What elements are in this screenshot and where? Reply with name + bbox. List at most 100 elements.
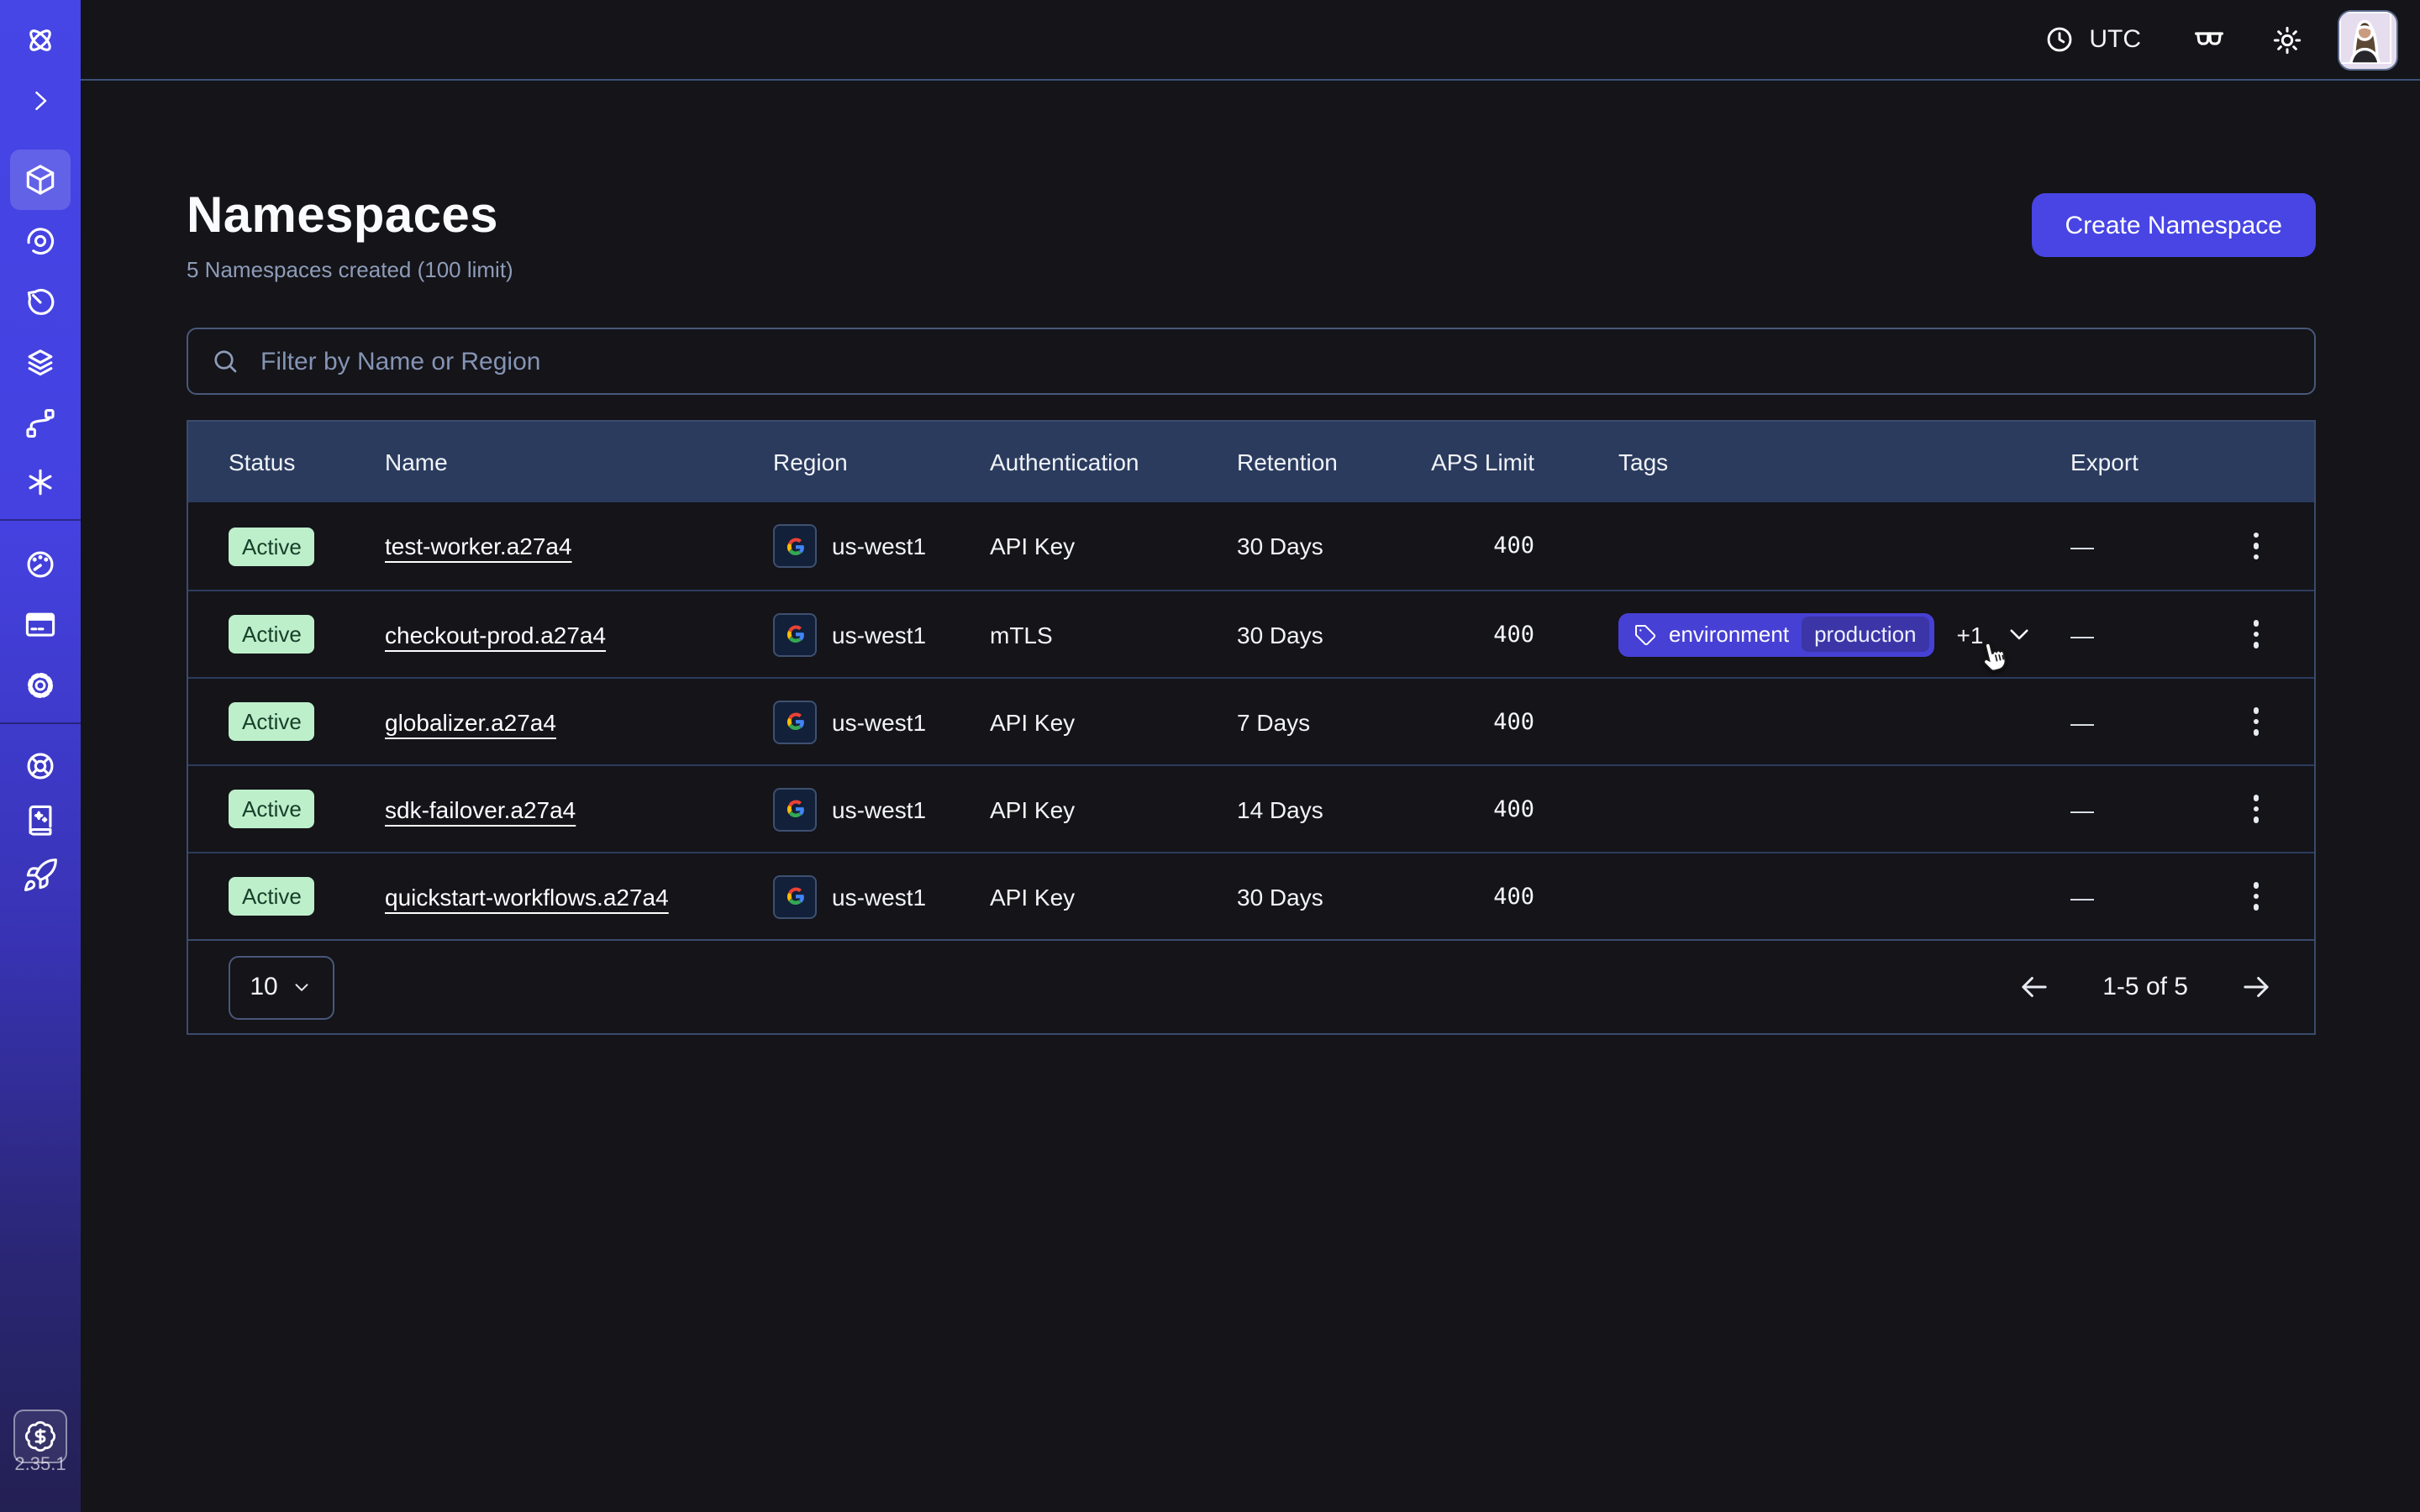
export-cell: — xyxy=(2070,883,2238,910)
sidebar-item-getting-started[interactable] xyxy=(10,845,71,906)
pagination: 1-5 of 5 xyxy=(2017,969,2274,1005)
table-footer: 10 1-5 of 5 xyxy=(188,939,2314,1033)
glasses-icon xyxy=(2191,22,2227,57)
expand-chevron-icon[interactable] xyxy=(10,71,71,131)
cursor-pointer xyxy=(1976,635,2015,674)
retention-cell: 14 Days xyxy=(1237,795,1418,822)
sidebar-item-support[interactable] xyxy=(10,736,71,796)
table-row: Active test-worker.a27a4 us-west1 API Ke… xyxy=(188,502,2314,590)
user-avatar[interactable] xyxy=(2338,9,2398,70)
deployments-branch-icon xyxy=(22,405,59,442)
filter-input[interactable] xyxy=(257,345,2292,377)
sidebar-item-layers[interactable] xyxy=(10,333,71,393)
retention-cell: 7 Days xyxy=(1237,708,1418,735)
create-namespace-button[interactable]: Create Namespace xyxy=(2032,193,2316,257)
aps-limit-cell: 400 xyxy=(1418,621,1534,648)
sidebar-divider xyxy=(0,722,81,724)
table-row: Active globalizer.a27a4 us-west1 API Key… xyxy=(188,677,2314,764)
table-body: Active test-worker.a27a4 us-west1 API Ke… xyxy=(188,502,2314,939)
name-cell: quickstart-workflows.a27a4 xyxy=(385,883,773,910)
avatar-photo xyxy=(2339,11,2391,63)
sidebar-item-namespaces[interactable] xyxy=(10,150,71,210)
row-actions-menu[interactable] xyxy=(2247,701,2266,743)
sidebar-item-usage[interactable] xyxy=(10,534,71,595)
gcp-logo-icon xyxy=(773,787,817,831)
sidebar-item-deployments[interactable] xyxy=(10,393,71,454)
namespace-link[interactable]: quickstart-workflows.a27a4 xyxy=(385,883,669,910)
export-cell: — xyxy=(2070,795,2238,822)
status-cell: Active xyxy=(229,790,385,828)
col-header-name: Name xyxy=(385,449,773,475)
status-cell: Active xyxy=(229,877,385,916)
table-header-row: Status Name Region Authentication Retent… xyxy=(188,422,2314,502)
namespaces-cube-icon xyxy=(22,161,59,198)
sidebar-item-schedules[interactable] xyxy=(10,272,71,333)
region-cell: us-west1 xyxy=(773,874,990,918)
temporal-logo-icon[interactable] xyxy=(10,10,71,71)
namespaces-table: Status Name Region Authentication Retent… xyxy=(187,420,2316,1035)
row-actions-menu[interactable] xyxy=(2247,789,2266,830)
row-actions-menu[interactable] xyxy=(2247,876,2266,917)
arrow-right-icon xyxy=(2238,969,2274,1005)
status-cell: Active xyxy=(229,527,385,565)
namespace-link[interactable]: checkout-prod.a27a4 xyxy=(385,621,606,648)
status-badge: Active xyxy=(229,790,315,828)
region-cell: us-west1 xyxy=(773,524,990,568)
sidebar-item-nexus[interactable] xyxy=(10,452,71,512)
aps-limit-cell: 400 xyxy=(1418,883,1534,910)
sidebar-divider xyxy=(0,519,81,521)
timezone-selector[interactable]: UTC xyxy=(2044,24,2141,55)
retention-cell: 30 Days xyxy=(1237,883,1418,910)
col-header-region: Region xyxy=(773,449,990,475)
gcp-logo-icon xyxy=(773,524,817,568)
region-cell: us-west1 xyxy=(773,787,990,831)
status-cell: Active xyxy=(229,615,385,654)
row-actions-menu[interactable] xyxy=(2247,614,2266,655)
clock-icon xyxy=(2044,24,2075,55)
col-header-retention: Retention xyxy=(1237,449,1418,475)
region-label: us-west1 xyxy=(832,621,926,648)
tag-chip[interactable]: environment production xyxy=(1618,612,1935,656)
getting-started-rocket-icon xyxy=(22,857,59,894)
chevron-down-icon xyxy=(292,976,313,998)
status-badge: Active xyxy=(229,527,315,565)
app-window: 2.35.1 UTC xyxy=(0,0,2420,1512)
usage-gauge-icon xyxy=(22,546,59,583)
status-badge: Active xyxy=(229,877,315,916)
theme-toggle[interactable] xyxy=(2270,23,2304,56)
page-size-select[interactable]: 10 xyxy=(229,955,334,1019)
retention-cell: 30 Days xyxy=(1237,621,1418,648)
name-cell: sdk-failover.a27a4 xyxy=(385,795,773,822)
namespace-link[interactable]: test-worker.a27a4 xyxy=(385,533,572,559)
col-header-tags: Tags xyxy=(1534,449,2070,475)
support-lifebuoy-icon xyxy=(22,748,59,785)
auth-cell: mTLS xyxy=(990,621,1237,648)
sidebar-item-insights[interactable] xyxy=(10,210,71,270)
namespace-link[interactable]: sdk-failover.a27a4 xyxy=(385,795,576,822)
table-row: Active sdk-failover.a27a4 us-west1 API K… xyxy=(188,764,2314,852)
namespace-link[interactable]: globalizer.a27a4 xyxy=(385,708,556,735)
export-cell: — xyxy=(2070,533,2238,559)
sidebar-item-settings[interactable] xyxy=(10,655,71,716)
region-cell: us-west1 xyxy=(773,700,990,743)
region-label: us-west1 xyxy=(832,795,926,822)
export-cell: — xyxy=(2070,621,2238,648)
gcp-logo-icon xyxy=(773,700,817,743)
main-content: Namespaces 5 Namespaces created (100 lim… xyxy=(81,82,2420,1512)
sidebar-item-docs[interactable] xyxy=(10,790,71,850)
gcp-logo-icon xyxy=(773,874,817,918)
aps-limit-cell: 400 xyxy=(1418,708,1534,735)
next-page-button[interactable] xyxy=(2238,969,2274,1005)
auth-cell: API Key xyxy=(990,795,1237,822)
filter-bar xyxy=(187,328,2316,395)
row-actions-menu[interactable] xyxy=(2247,526,2266,567)
prev-page-button[interactable] xyxy=(2017,969,2052,1005)
labs-glasses-toggle[interactable] xyxy=(2191,22,2227,57)
retention-cell: 30 Days xyxy=(1237,533,1418,559)
status-cell: Active xyxy=(229,702,385,741)
tag-icon xyxy=(1634,622,1657,646)
sidebar-item-billing[interactable] xyxy=(10,595,71,655)
aps-limit-cell: 400 xyxy=(1418,533,1534,559)
region-label: us-west1 xyxy=(832,708,926,735)
export-cell: — xyxy=(2070,708,2238,735)
